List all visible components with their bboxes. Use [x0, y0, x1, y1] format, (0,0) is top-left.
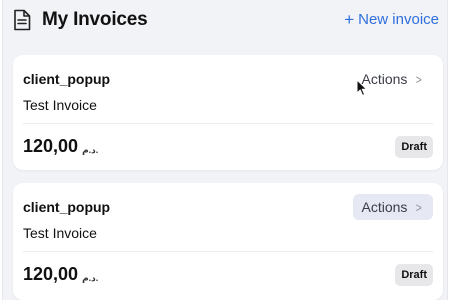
- invoice-description: Test Invoice: [23, 97, 97, 113]
- new-invoice-button[interactable]: + New invoice: [344, 10, 439, 30]
- page-title: My Invoices: [42, 9, 148, 30]
- divider: [23, 123, 433, 124]
- amount-value: 120,00: [23, 136, 79, 156]
- plus-icon: +: [344, 10, 355, 29]
- invoice-description: Test Invoice: [23, 225, 97, 241]
- invoice-amount: 120,00 د.م.: [23, 135, 98, 161]
- invoices-screen: My Invoices + New invoice client_popup Ac…: [2, 0, 448, 300]
- mouse-cursor-icon: [356, 79, 367, 96]
- actions-label: Actions: [361, 71, 408, 87]
- chevron-right-icon: >: [416, 200, 423, 215]
- currency-symbol: د.م.: [82, 145, 99, 155]
- chevron-right-icon: >: [416, 72, 423, 87]
- page-header: My Invoices + New invoice: [3, 0, 447, 44]
- actions-button[interactable]: Actions >: [353, 194, 433, 220]
- invoice-amount: 120,00 د.م.: [23, 263, 98, 289]
- new-invoice-label: New invoice: [358, 11, 439, 28]
- client-name: client_popup: [23, 71, 111, 87]
- actions-label: Actions: [361, 199, 408, 215]
- status-badge: Draft: [395, 264, 433, 286]
- currency-symbol: د.م.: [82, 273, 99, 283]
- invoice-card[interactable]: client_popup Actions > Test Invoice 120,0…: [13, 183, 443, 300]
- invoice-card[interactable]: client_popup Actions > Test Invoice 120,0…: [13, 55, 443, 170]
- amount-value: 120,00: [23, 264, 79, 284]
- client-name: client_popup: [23, 199, 111, 215]
- divider: [23, 251, 433, 252]
- document-icon: [14, 9, 31, 31]
- status-badge: Draft: [395, 136, 433, 158]
